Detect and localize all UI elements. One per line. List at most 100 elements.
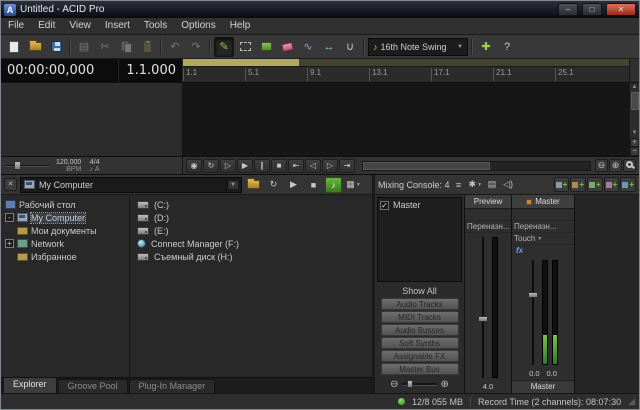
marker-bar[interactable] [183, 59, 629, 67]
views-button[interactable]: ▦▼ [345, 177, 362, 193]
zoom-out-time-button[interactable]: ⊖ [595, 159, 608, 172]
envelope-tool-button[interactable]: ∿ [298, 37, 318, 57]
preview-fader[interactable] [478, 237, 488, 378]
pause-button[interactable]: ∥ [254, 159, 270, 173]
scroll-up-icon[interactable]: ▲ [632, 83, 638, 92]
tree-item-my-computer[interactable]: - My Computer [1, 211, 129, 224]
file-item-removable-disk[interactable]: Съемный диск (H:) [130, 250, 372, 263]
resize-grip[interactable]: ◢ [628, 396, 635, 407]
menu-tools[interactable]: Tools [137, 18, 174, 34]
record-button[interactable]: ◉ [186, 159, 202, 173]
mixer-zoom-slider[interactable] [403, 380, 437, 388]
menu-edit[interactable]: Edit [31, 18, 62, 34]
zoom-tool-button[interactable] [623, 159, 636, 172]
vertical-zoom-out-button[interactable]: − [630, 147, 639, 156]
master-strip-header[interactable]: Master [512, 195, 574, 209]
vertical-zoom-in-button[interactable]: + [630, 138, 639, 147]
insert-fx-button[interactable]: fx [512, 245, 574, 256]
menu-view[interactable]: View [62, 18, 98, 34]
slider-thumb[interactable] [14, 161, 21, 170]
stop-preview-button[interactable]: ■ [305, 177, 322, 193]
open-button[interactable] [25, 37, 45, 57]
downmix-output-button[interactable]: ▤ [485, 177, 499, 192]
tree-item-favorites[interactable]: Избранное [1, 250, 129, 263]
redo-button[interactable]: ↷ [186, 37, 206, 57]
tempo-display[interactable]: 120,000 BPM [56, 159, 81, 173]
filter-assignable-fx-button[interactable]: Assignable FX [381, 350, 459, 362]
previous-button[interactable]: ◁ [305, 159, 321, 173]
loop-region[interactable] [183, 59, 299, 66]
new-project-button[interactable] [4, 37, 24, 57]
mixer-zoom-thumb[interactable] [407, 380, 413, 388]
explorer-close-button[interactable]: ✕ [4, 178, 17, 191]
time-selection-tool-button[interactable]: ↔ [319, 37, 339, 57]
channel-list[interactable]: ✓ Master [377, 197, 462, 282]
show-all-button[interactable]: Show All [375, 284, 464, 298]
chevron-down-icon[interactable]: ▼ [457, 44, 463, 50]
beat-ruler[interactable]: 1.1 5.1 9.1 13.1 17.1 21.1 25.1 [183, 59, 629, 82]
position-display[interactable]: 1.1.000 [119, 59, 183, 82]
file-item-drive-d[interactable]: (D:) [130, 211, 372, 224]
snapping-button[interactable]: ∪ [340, 37, 360, 57]
address-combo[interactable]: My Computer ▼ [20, 177, 242, 193]
expander-icon[interactable]: + [5, 239, 14, 248]
insert-audio-track-button[interactable]: + [554, 177, 570, 192]
next-button[interactable]: ▷ [322, 159, 338, 173]
stop-button[interactable]: ■ [271, 159, 287, 173]
play-from-start-button[interactable]: ▷ [220, 159, 236, 173]
scroll-down-icon[interactable]: ▼ [632, 129, 638, 138]
paste-button[interactable] [137, 37, 157, 57]
horizontal-scrollbar[interactable] [362, 161, 591, 171]
tree-item-network[interactable]: + Network [1, 237, 129, 250]
filter-master-bus-button[interactable]: Master Bus [381, 363, 459, 375]
timeline-surface[interactable] [183, 83, 629, 156]
filter-audio-tracks-button[interactable]: Audio Tracks [381, 298, 459, 310]
tree-item-desktop[interactable]: Рабочий стол [1, 198, 129, 211]
file-item-drive-e[interactable]: (E:) [130, 224, 372, 237]
minimize-button[interactable]: – [558, 3, 578, 16]
dim-output-button[interactable]: ◁) [501, 177, 515, 192]
menu-options[interactable]: Options [174, 18, 222, 34]
selection-tool-button[interactable] [235, 37, 255, 57]
menu-help[interactable]: Help [223, 18, 258, 34]
undo-button[interactable]: ↶ [165, 37, 185, 57]
auto-preview-button[interactable]: ♪ [325, 177, 342, 193]
start-preview-button[interactable]: ▶ [285, 177, 302, 193]
expander-icon[interactable] [5, 252, 14, 261]
mixer-zoom-out-button[interactable]: ⊖ [390, 379, 398, 390]
insert-soft-synth-button[interactable]: + [604, 177, 620, 192]
preview-strip-header[interactable]: Preview [465, 195, 511, 209]
multipurpose-slider[interactable] [6, 161, 50, 170]
menu-file[interactable]: File [1, 18, 31, 34]
zoom-in-time-button[interactable]: ⊕ [609, 159, 622, 172]
tree-item-my-documents[interactable]: Мои документы [1, 224, 129, 237]
filter-midi-tracks-button[interactable]: MIDI Tracks [381, 311, 459, 323]
vertical-scroll-thumb[interactable] [631, 92, 639, 110]
filter-audio-busses-button[interactable]: Audio Busses [381, 324, 459, 336]
mixer-zoom-in-button[interactable]: ⊕ [441, 379, 449, 390]
automation-mode-select[interactable]: Touch▼ [512, 233, 574, 245]
draw-tool-button[interactable]: ✎ [214, 37, 234, 57]
channel-item-master[interactable]: ✓ Master [380, 200, 459, 210]
close-button[interactable]: ✕ [606, 3, 636, 16]
paint-tool-button[interactable] [256, 37, 276, 57]
mixer-views-button[interactable]: ≡ [452, 177, 466, 192]
titlebar[interactable]: A Untitled - ACID Pro – □ ✕ [1, 1, 639, 18]
loop-playback-button[interactable]: ↻ [203, 159, 219, 173]
new-folder-button[interactable] [245, 177, 262, 193]
expander-icon[interactable]: - [5, 213, 14, 222]
tab-plugin-manager[interactable]: Plug-In Manager [129, 379, 216, 393]
tab-groove-pool[interactable]: Groove Pool [58, 379, 128, 393]
help-button[interactable]: ? [497, 37, 517, 57]
mixer-properties-button[interactable]: ✱▼ [468, 177, 484, 192]
fader-handle[interactable] [528, 292, 538, 298]
swing-select[interactable]: ♪ 16th Note Swing ▼ [368, 38, 468, 56]
chevron-down-icon[interactable]: ▼ [227, 181, 238, 189]
insert-midi-track-button[interactable]: + [570, 177, 586, 192]
save-button[interactable] [46, 37, 66, 57]
menu-insert[interactable]: Insert [98, 18, 137, 34]
insert-bus-button[interactable]: + [587, 177, 603, 192]
track-list-panel[interactable] [1, 83, 183, 156]
expander-icon[interactable] [5, 226, 14, 235]
play-button[interactable]: ▶ [237, 159, 253, 173]
